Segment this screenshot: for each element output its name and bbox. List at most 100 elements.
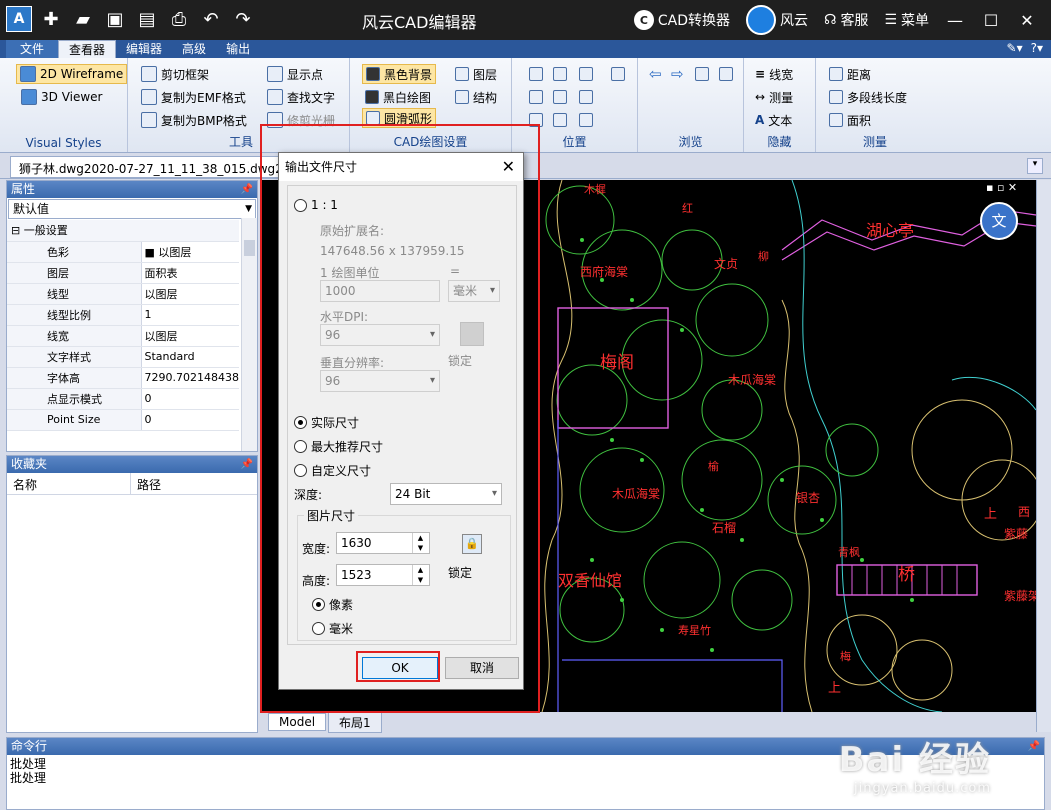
zoom-in-button[interactable]: [576, 64, 596, 84]
forward-button[interactable]: ⇨: [668, 64, 687, 84]
section-general[interactable]: ⊟ 一般设置: [7, 220, 239, 242]
hide-measure-button[interactable]: ↔ 测量: [752, 87, 796, 107]
copy-emf-button[interactable]: 复制为EMF格式: [138, 87, 249, 107]
prop-value[interactable]: 7290.702148438: [141, 367, 239, 389]
structure-button[interactable]: 结构: [452, 87, 500, 107]
new-file-icon[interactable]: ✚: [38, 6, 64, 32]
close-button[interactable]: ✕: [1011, 11, 1043, 30]
copy-bmp-button[interactable]: 复制为BMP格式: [138, 110, 250, 130]
prop-value[interactable]: 1: [141, 304, 239, 326]
mm-radio[interactable]: 毫米: [312, 620, 353, 637]
find-text-button[interactable]: 查找文字: [264, 87, 338, 107]
close-icon[interactable]: ✕: [502, 153, 515, 181]
width-spinner[interactable]: ▲ ▼: [412, 533, 428, 553]
max-size-radio[interactable]: 最大推荐尺寸: [294, 438, 383, 455]
zoom-all-button[interactable]: [550, 110, 570, 130]
pan-button[interactable]: [608, 64, 628, 84]
polyline-length-button[interactable]: 多段线长度: [826, 87, 910, 107]
table-row[interactable]: 线型 以图层: [7, 283, 239, 305]
custom-size-radio[interactable]: 自定义尺寸: [294, 462, 371, 479]
refresh-button[interactable]: [692, 64, 712, 84]
pin-icon[interactable]: 📌: [241, 456, 253, 473]
height-spinner[interactable]: ▲ ▼: [412, 565, 428, 585]
canvas-window-controls[interactable]: ▪ ▫ ✕: [986, 181, 1017, 194]
properties-combo[interactable]: 默认值 ▼: [8, 199, 256, 219]
pixel-radio[interactable]: 像素: [312, 596, 353, 613]
unit-input[interactable]: 1000: [320, 280, 440, 302]
width-input[interactable]: 1630 ▲ ▼: [336, 532, 430, 554]
ok-button[interactable]: OK: [362, 657, 438, 679]
black-background-button[interactable]: 黑色背景: [362, 64, 437, 84]
unit-select[interactable]: 毫米 ▾: [448, 280, 500, 302]
table-row[interactable]: 文字样式 Standard: [7, 346, 239, 368]
prop-value[interactable]: 面积表: [141, 262, 239, 284]
help-icon[interactable]: ?▾: [1031, 41, 1043, 55]
favorites-col-name[interactable]: 名称: [7, 473, 131, 494]
distance-button[interactable]: 距离: [826, 64, 874, 84]
undo-icon[interactable]: ↶: [198, 6, 224, 32]
zoom-out-button[interactable]: [576, 87, 596, 107]
table-row[interactable]: 字体高 7290.702148438: [7, 367, 239, 389]
ratio-radio[interactable]: 1 : 1: [294, 198, 338, 212]
table-row[interactable]: 色彩 ■ 以图层: [7, 241, 239, 263]
height-input[interactable]: 1523 ▲ ▼: [336, 564, 430, 586]
pin-icon[interactable]: 📌: [1028, 738, 1040, 755]
table-row[interactable]: Point Size 0: [7, 409, 239, 431]
tab-viewer[interactable]: 查看器: [58, 40, 117, 58]
maximize-button[interactable]: ☐: [975, 11, 1007, 30]
zoom-extents-button[interactable]: [526, 87, 546, 107]
viewer-3d-button[interactable]: 3D Viewer: [18, 87, 105, 107]
tab-editor[interactable]: 编辑器: [116, 40, 172, 58]
orbit-button[interactable]: [576, 110, 596, 130]
table-row[interactable]: 线宽 以图层: [7, 325, 239, 347]
zoom-realtime-button[interactable]: [550, 64, 570, 84]
prop-value[interactable]: Standard: [141, 346, 239, 368]
properties-scrollbar[interactable]: [241, 218, 257, 451]
canvas-scrollbar[interactable]: [1036, 180, 1051, 732]
clip-frame-button[interactable]: 剪切框架: [138, 64, 212, 84]
prop-value[interactable]: 0: [141, 409, 239, 431]
tab-layout1[interactable]: 布局1: [328, 711, 382, 733]
depth-select[interactable]: 24 Bit ▾: [390, 483, 502, 505]
trim-raster-button[interactable]: 修剪光栅: [264, 110, 338, 130]
wireframe-2d-button[interactable]: 2D Wireframe: [16, 64, 128, 84]
fengyun-button[interactable]: 风云: [740, 5, 814, 35]
cancel-button[interactable]: 取消: [445, 657, 519, 679]
document-tab[interactable]: 狮子林.dwg2020-07-27_11_11_38_015.dwg2020-0…: [10, 156, 280, 178]
prop-value[interactable]: ■ 以图层: [141, 241, 239, 263]
zoom-previous-button[interactable]: [526, 110, 546, 130]
back-button[interactable]: ⇦: [646, 64, 665, 84]
layers-button[interactable]: 图层: [452, 64, 500, 84]
tab-file[interactable]: 文件: [6, 40, 59, 58]
lock-toggle-top[interactable]: [460, 322, 484, 346]
tab-model[interactable]: Model: [268, 713, 327, 731]
minimize-button[interactable]: —: [939, 11, 971, 30]
chevron-down-icon[interactable]: ▾: [1027, 158, 1043, 174]
menu-button[interactable]: ☰ 菜单: [878, 10, 935, 30]
save-as-icon[interactable]: ▤: [134, 6, 160, 32]
vres-select[interactable]: 96 ▾: [320, 370, 440, 392]
fit-button[interactable]: [550, 87, 570, 107]
show-points-button[interactable]: 显示点: [264, 64, 326, 84]
actual-size-radio[interactable]: 实际尺寸: [294, 414, 359, 431]
table-row[interactable]: 图层 面积表: [7, 262, 239, 284]
zoom-window-button[interactable]: [526, 64, 546, 84]
text-button[interactable]: A 文本: [752, 110, 795, 130]
pin-icon[interactable]: 📌: [241, 181, 253, 198]
table-row[interactable]: 线型比例 1: [7, 304, 239, 326]
service-button[interactable]: ☊ 客服: [818, 10, 874, 30]
prop-value[interactable]: 以图层: [141, 325, 239, 347]
line-width-button[interactable]: ≡ 线宽: [752, 64, 796, 84]
print-icon[interactable]: ⎙: [166, 6, 192, 32]
tab-output[interactable]: 输出: [216, 40, 260, 58]
open-folder-icon[interactable]: ▰: [70, 6, 96, 32]
prop-value[interactable]: 0: [141, 388, 239, 410]
style-icon[interactable]: ✎▾: [1007, 41, 1023, 55]
lock-icon[interactable]: 🔒: [462, 534, 482, 554]
smooth-arc-button[interactable]: 圆滑弧形: [362, 108, 437, 128]
redo-icon[interactable]: ↷: [230, 6, 256, 32]
table-row[interactable]: 点显示模式 0: [7, 388, 239, 410]
cad-converter-button[interactable]: C CAD转换器: [628, 10, 736, 30]
tab-advanced[interactable]: 高级: [172, 40, 216, 58]
translate-icon[interactable]: 文: [980, 202, 1018, 240]
